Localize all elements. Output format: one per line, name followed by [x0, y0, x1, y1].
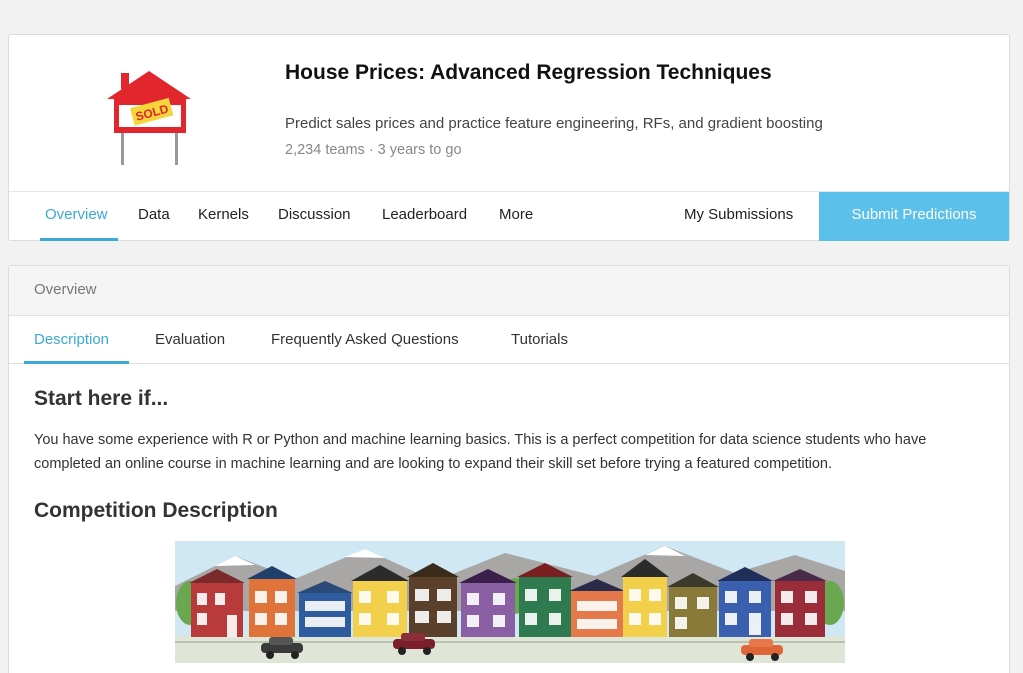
tab-discussion[interactable]: Discussion [278, 192, 351, 241]
active-subtab-indicator [24, 361, 129, 364]
competition-meta: 2,234 teams · 3 years to go [285, 142, 462, 158]
subtab-evaluation[interactable]: Evaluation [155, 316, 225, 363]
overview-panel: Overview Description Evaluation Frequent… [8, 265, 1010, 673]
tab-kernels[interactable]: Kernels [198, 192, 249, 241]
competition-description-heading: Competition Description [34, 499, 278, 522]
tab-overview[interactable]: Overview [45, 192, 108, 241]
houses-street-banner-image [175, 541, 845, 663]
competition-nav: Overview Data Kernels Discussion Leaderb… [9, 191, 1009, 241]
competition-header: SOLD House Prices: Advanced Regression T… [8, 34, 1010, 241]
start-here-heading: Start here if... [34, 387, 169, 410]
overview-subnav: Description Evaluation Frequently Asked … [9, 316, 1009, 364]
subtab-faq[interactable]: Frequently Asked Questions [271, 316, 459, 363]
competition-title: House Prices: Advanced Regression Techni… [285, 61, 772, 84]
competition-subtitle: Predict sales prices and practice featur… [285, 115, 823, 132]
tab-leaderboard[interactable]: Leaderboard [382, 192, 467, 241]
tab-data[interactable]: Data [138, 192, 170, 241]
section-header: Overview [9, 266, 1009, 316]
start-here-paragraph: You have some experience with R or Pytho… [34, 432, 927, 472]
house-sold-sign-logo: SOLD [107, 71, 191, 165]
subtab-tutorials[interactable]: Tutorials [511, 316, 568, 363]
tab-more[interactable]: More [499, 192, 533, 241]
active-tab-indicator [40, 238, 118, 241]
subtab-description[interactable]: Description [34, 316, 109, 363]
my-submissions-link[interactable]: My Submissions [684, 192, 793, 241]
submit-predictions-button[interactable]: Submit Predictions [819, 192, 1009, 241]
